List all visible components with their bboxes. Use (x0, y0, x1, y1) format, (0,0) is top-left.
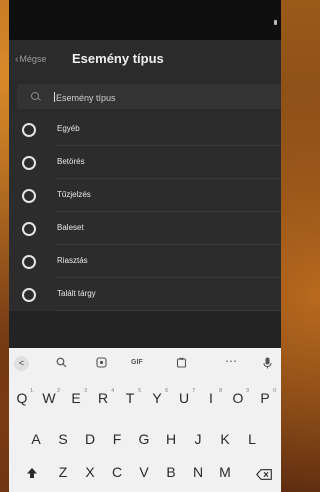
backspace-key[interactable] (253, 467, 275, 483)
key-h[interactable]: H (160, 431, 182, 447)
keyboard-search-icon[interactable] (56, 357, 67, 370)
key-z[interactable]: Z (52, 464, 74, 480)
key-y[interactable]: Y6 (146, 388, 168, 406)
microphone-icon[interactable] (263, 357, 272, 371)
key-i[interactable]: I8 (200, 388, 222, 406)
key-s[interactable]: S (52, 431, 74, 447)
search-value: Esemény típus (54, 92, 116, 103)
key-k[interactable]: K (214, 431, 236, 447)
gif-button[interactable]: GIF (131, 359, 143, 366)
search-icon (31, 92, 39, 100)
page-title: Esemény típus (72, 51, 164, 66)
key-u-hint: 7 (192, 388, 195, 394)
sticker-icon[interactable] (96, 357, 107, 370)
key-w-hint: 2 (57, 388, 60, 394)
option-label: Tűzjelzés (57, 190, 91, 199)
key-l[interactable]: L (241, 431, 263, 447)
option-label: Baleset (57, 223, 84, 232)
option-label: Talált tárgy (57, 289, 96, 298)
key-q-label: Q (16, 390, 28, 406)
key-j[interactable]: J (187, 431, 209, 447)
status-icon (274, 20, 277, 25)
key-u-label: U (178, 390, 190, 406)
key-p-label: P (260, 390, 270, 406)
key-q[interactable]: Q1 (11, 388, 33, 406)
key-o[interactable]: O9 (227, 388, 249, 406)
option-label: Riasztás (57, 256, 88, 265)
key-r[interactable]: R4 (92, 388, 114, 406)
shift-key[interactable] (21, 466, 43, 482)
key-w-label: W (42, 390, 56, 406)
key-o-label: O (232, 390, 244, 406)
key-p[interactable]: P0 (254, 388, 276, 406)
key-v[interactable]: V (133, 464, 155, 480)
key-e-hint: 3 (84, 388, 87, 394)
search-value-text: Esemény típus (56, 93, 116, 103)
key-f[interactable]: F (106, 431, 128, 447)
status-bar (9, 0, 281, 40)
list-item[interactable]: Riasztás (9, 245, 281, 278)
backspace-icon (256, 469, 272, 480)
key-i-label: I (209, 390, 213, 406)
cancel-label: Mégse (19, 54, 47, 64)
key-o-hint: 9 (246, 388, 249, 394)
divider (55, 310, 281, 311)
key-u[interactable]: U7 (173, 388, 195, 406)
search-input[interactable]: Esemény típus (17, 84, 281, 109)
more-options-icon[interactable]: ⋯ (225, 354, 237, 368)
key-p-hint: 0 (273, 388, 276, 394)
key-d[interactable]: D (79, 431, 101, 447)
list-item[interactable]: Baleset (9, 212, 281, 245)
top-bar: ‹Mégse Esemény típus (9, 40, 281, 80)
radio-button[interactable] (22, 255, 36, 269)
key-t-label: T (125, 390, 135, 406)
key-e[interactable]: E3 (65, 388, 87, 406)
event-type-list: Egyéb Betörés Tűzjelzés Baleset Riasztás… (9, 113, 281, 311)
key-m[interactable]: M (214, 464, 236, 480)
key-q-hint: 1 (30, 388, 33, 394)
key-t[interactable]: T5 (119, 388, 141, 406)
key-y-label: Y (152, 390, 162, 406)
key-c[interactable]: C (106, 464, 128, 480)
search-row: Esemény típus (9, 80, 281, 113)
clipboard-icon[interactable] (176, 357, 187, 370)
key-x[interactable]: X (79, 464, 101, 480)
radio-button[interactable] (22, 156, 36, 170)
key-i-hint: 8 (219, 388, 222, 394)
shift-icon (27, 468, 37, 478)
phone-screen: ‹Mégse Esemény típus Esemény típus Egyéb… (9, 0, 281, 492)
list-item[interactable]: Talált tárgy (9, 278, 281, 311)
key-w[interactable]: W2 (38, 388, 60, 406)
option-label: Egyéb (57, 124, 80, 133)
list-item[interactable]: Betörés (9, 146, 281, 179)
cancel-button[interactable]: ‹Mégse (15, 54, 46, 65)
chevron-left-icon: ‹ (15, 54, 19, 65)
list-item[interactable]: Tűzjelzés (9, 179, 281, 212)
key-b[interactable]: B (160, 464, 182, 480)
key-y-hint: 6 (165, 388, 168, 394)
radio-button[interactable] (22, 222, 36, 236)
keyboard-toolbar: < GIF ⋯ (9, 348, 281, 378)
key-r-hint: 4 (111, 388, 114, 394)
key-e-label: E (71, 390, 81, 406)
key-n[interactable]: N (187, 464, 209, 480)
option-label: Betörés (57, 157, 85, 166)
key-g[interactable]: G (133, 431, 155, 447)
keyboard-back-button[interactable]: < (14, 356, 29, 371)
key-t-hint: 5 (138, 388, 141, 394)
radio-button[interactable] (22, 189, 36, 203)
key-a[interactable]: A (25, 431, 47, 447)
list-item[interactable]: Egyéb (9, 113, 281, 146)
text-cursor (54, 92, 55, 102)
radio-button[interactable] (22, 288, 36, 302)
keyboard: < GIF ⋯ Q1 W2 E3 R4 T5 Y6 U7 I8 O9 P0 A … (9, 348, 281, 492)
key-r-label: R (97, 390, 109, 406)
radio-button[interactable] (22, 123, 36, 137)
